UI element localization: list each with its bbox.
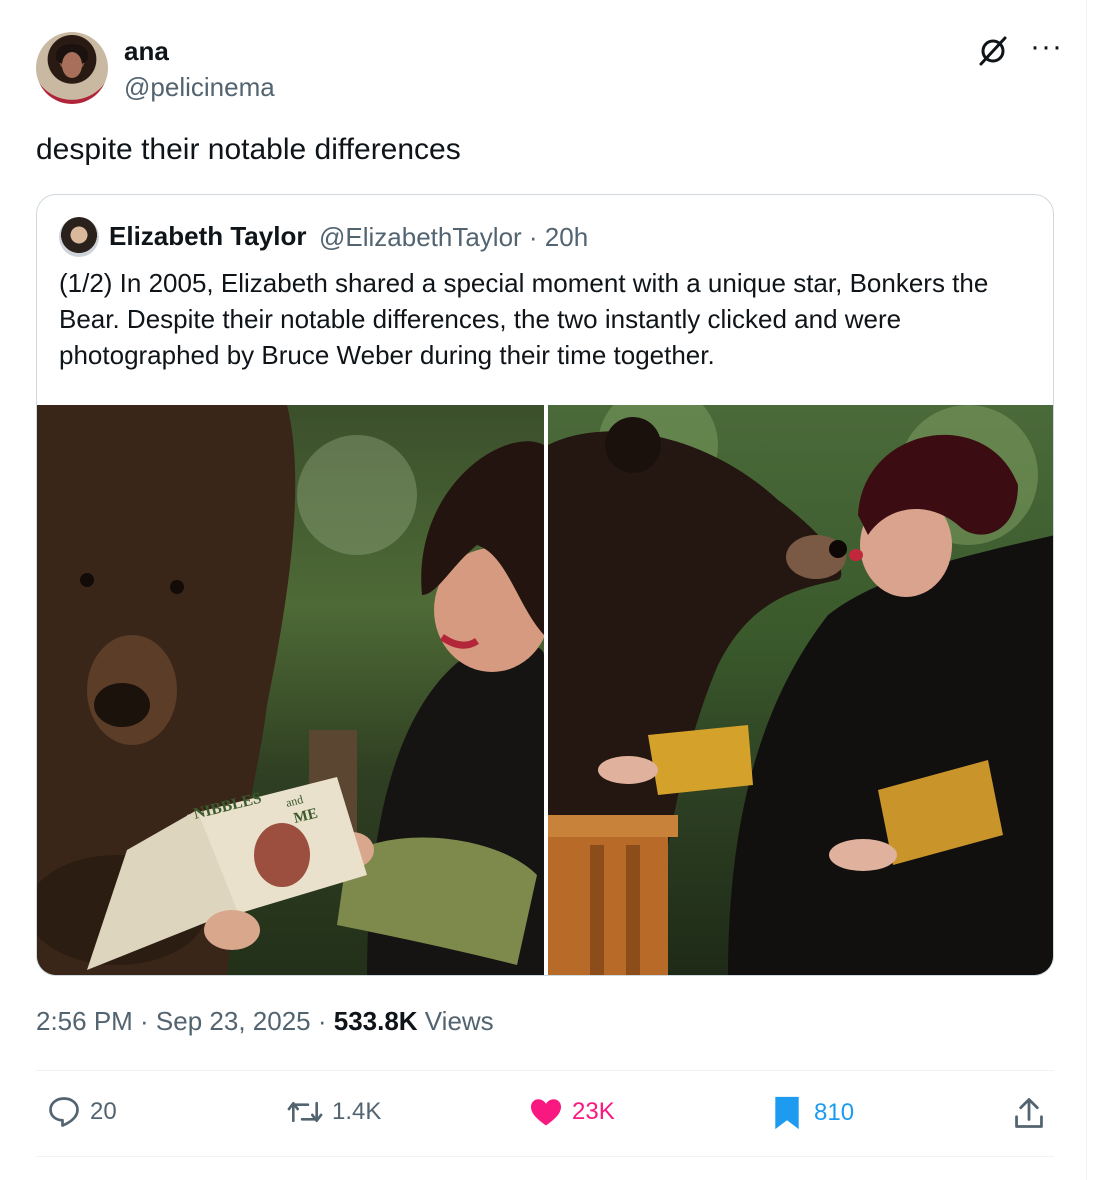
grok-icon[interactable] [976, 34, 1010, 68]
tweet-timestamp[interactable]: 2:56 PM · Sep 23, 2025 · [36, 1006, 334, 1036]
photo-bear-reading-book[interactable]: NIBBLES and ME [37, 405, 544, 975]
divider-top [36, 1070, 1054, 1071]
quoted-tweet[interactable]: Elizabeth Taylor @ElizabethTaylor · 20h … [36, 194, 1054, 976]
quoted-author-avatar[interactable] [59, 217, 99, 257]
quoted-media-grid[interactable]: NIBBLES and ME [37, 405, 1053, 975]
more-options-icon[interactable]: ··· [1030, 30, 1063, 64]
photo-bear-kiss[interactable] [548, 405, 1053, 975]
tweet-meta: 2:56 PM · Sep 23, 2025 · 533.8K Views [36, 1006, 494, 1037]
views-count: 533.8K [333, 1006, 418, 1036]
quoted-tweet-text: (1/2) In 2005, Elizabeth shared a specia… [59, 268, 989, 370]
column-border [1086, 0, 1087, 1180]
repost-icon [287, 1101, 323, 1123]
bookmark-icon [775, 1096, 799, 1130]
like-count: 23K [572, 1098, 615, 1125]
heart-icon [531, 1099, 561, 1126]
like-button[interactable]: 23K [528, 1094, 615, 1130]
photo-right-illustration [548, 405, 1053, 975]
repost-count: 1.4K [332, 1098, 382, 1125]
repost-button[interactable]: 1.4K [286, 1094, 381, 1130]
reply-count: 20 [90, 1098, 117, 1125]
avatar-face [62, 52, 82, 78]
quoted-author-meta[interactable]: @ElizabethTaylor · 20h [319, 222, 588, 253]
author-display-name[interactable]: ana [124, 36, 169, 67]
bookmark-button[interactable]: 810 [772, 1094, 854, 1132]
tweet-text: despite their notable differences [36, 133, 461, 166]
bookmark-count: 810 [814, 1099, 855, 1126]
author-avatar[interactable] [36, 32, 108, 104]
reply-icon [49, 1097, 79, 1127]
divider-bottom [36, 1156, 1054, 1157]
photo-left-illustration: NIBBLES and ME [37, 405, 544, 975]
views-label: Views [417, 1006, 494, 1036]
reply-button[interactable]: 20 [46, 1094, 117, 1130]
quoted-author-name[interactable]: Elizabeth Taylor [109, 221, 306, 252]
share-icon[interactable] [1012, 1096, 1046, 1132]
author-handle[interactable]: @pelicinema [124, 72, 275, 103]
